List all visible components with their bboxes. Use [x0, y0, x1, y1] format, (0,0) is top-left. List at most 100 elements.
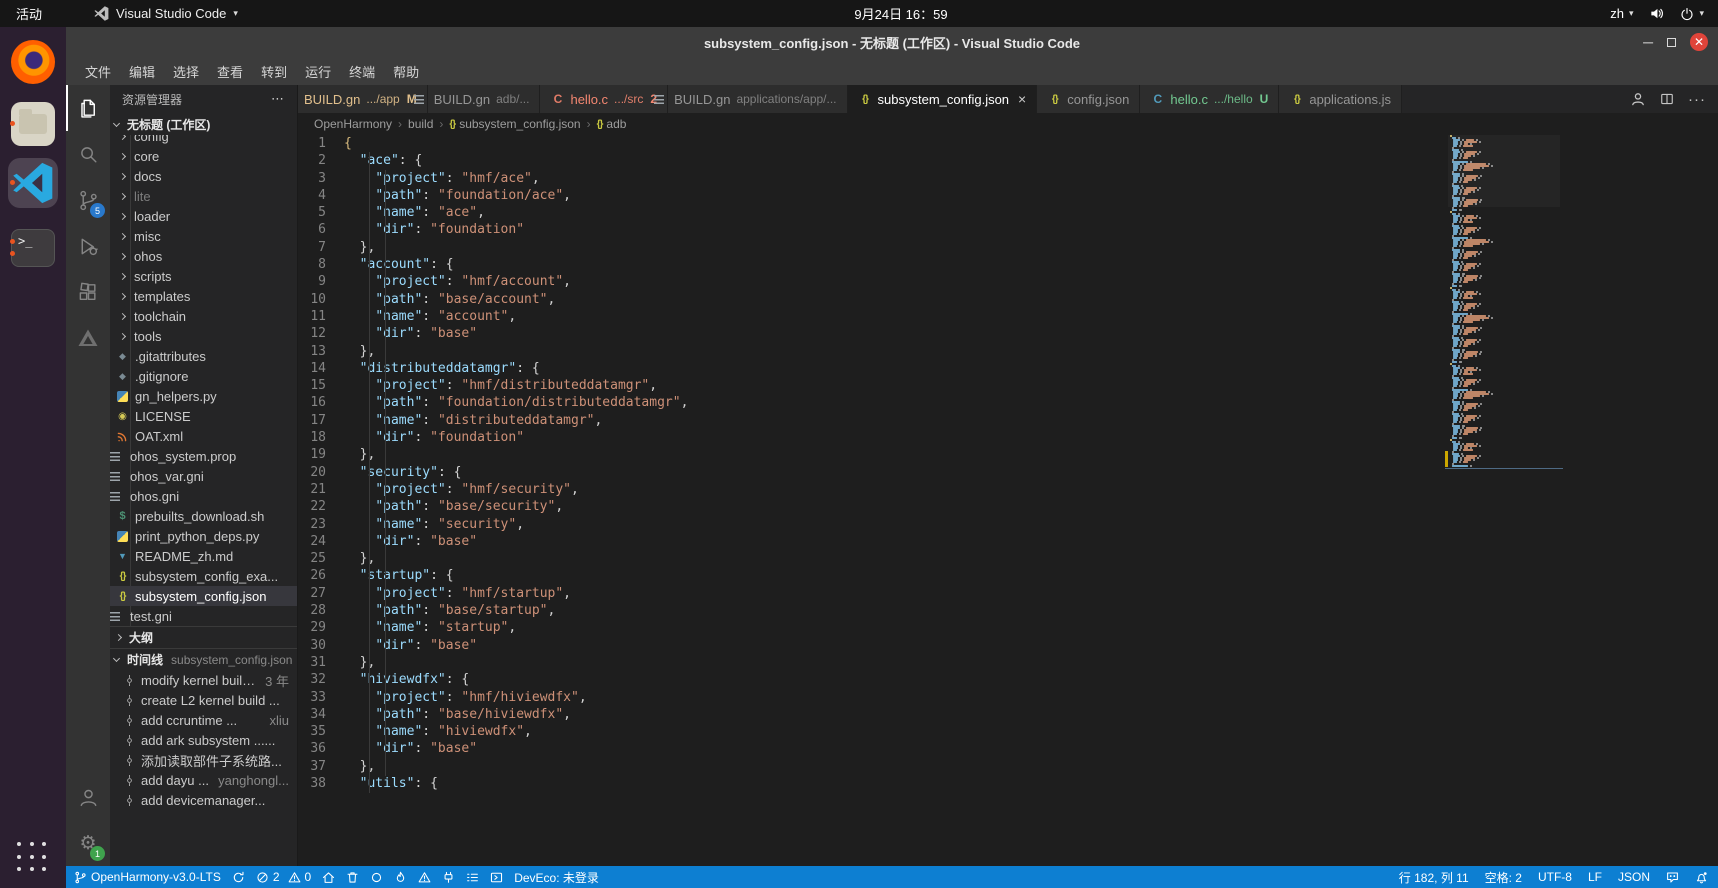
code-line[interactable]: 36 "dir": "base": [298, 740, 1718, 757]
breadcrumb-item[interactable]: {}subsystem_config.json: [449, 117, 580, 131]
language-mode-status[interactable]: JSON: [1618, 870, 1650, 884]
minimize-button[interactable]: ─: [1643, 37, 1653, 47]
sync-button[interactable]: [232, 871, 245, 884]
code-line[interactable]: 38 "utils": {: [298, 775, 1718, 792]
code-line[interactable]: 32 "hiviewdfx": {: [298, 671, 1718, 688]
menu-item[interactable]: 选择: [164, 59, 208, 84]
timeline-section-header[interactable]: 时间线 subsystem_config.json: [110, 648, 297, 670]
editor-tab[interactable]: Chello.c.../helloU: [1140, 85, 1279, 113]
flash-icon[interactable]: [394, 871, 407, 884]
show-applications-button[interactable]: [17, 842, 49, 874]
title-bar[interactable]: subsystem_config.json - 无标题 (工作区) - Visu…: [66, 27, 1718, 57]
bell-icon[interactable]: [1695, 871, 1708, 884]
volume-icon[interactable]: [1649, 6, 1664, 21]
account-icon[interactable]: [1630, 91, 1646, 107]
settings-gear-icon[interactable]: ⚙ 1: [66, 820, 110, 866]
run-debug-icon[interactable]: [66, 223, 110, 269]
folder-item[interactable]: toolchain: [110, 306, 297, 326]
timeline-item[interactable]: add dayu ...yanghongl...: [110, 770, 297, 790]
file-item[interactable]: ◉LICENSE: [110, 406, 297, 426]
source-control-icon[interactable]: 5: [66, 177, 110, 223]
code-line[interactable]: 21 "project": "hmf/security",: [298, 481, 1718, 498]
timeline-item[interactable]: add ccruntime ...xliu: [110, 710, 297, 730]
folder-item[interactable]: docs: [110, 166, 297, 186]
workspace-section-header[interactable]: 无标题 (工作区): [110, 113, 297, 135]
file-item[interactable]: {}subsystem_config_exa...: [110, 566, 297, 586]
menu-item[interactable]: 运行: [296, 59, 340, 84]
trash-icon[interactable]: [346, 871, 359, 884]
menu-item[interactable]: 终端: [340, 59, 384, 84]
code-line[interactable]: 28 "path": "base/startup",: [298, 602, 1718, 619]
file-item[interactable]: ◆.gitattributes: [110, 346, 297, 366]
code-line[interactable]: 23 "name": "security",: [298, 516, 1718, 533]
more-actions-icon[interactable]: ⋯: [271, 91, 285, 107]
code-line[interactable]: 27 "project": "hmf/startup",: [298, 585, 1718, 602]
timeline-item[interactable]: create L2 kernel build ...: [110, 690, 297, 710]
folder-item[interactable]: misc: [110, 226, 297, 246]
code-line[interactable]: 26 "startup": {: [298, 567, 1718, 584]
git-branch-status[interactable]: OpenHarmony-v3.0-LTS: [74, 870, 221, 884]
file-item[interactable]: ohos.gni: [110, 486, 297, 506]
code-line[interactable]: 25 },: [298, 550, 1718, 567]
breadcrumb-item[interactable]: build: [408, 117, 433, 131]
feedback-icon[interactable]: [1666, 871, 1679, 884]
warning-icon[interactable]: [418, 871, 431, 884]
system-menu[interactable]: ▾: [1680, 7, 1704, 21]
editor-tab[interactable]: BUILD.gnadb/...: [428, 85, 541, 113]
minimap-slider[interactable]: [1448, 135, 1560, 207]
file-item[interactable]: {}subsystem_config.json: [110, 586, 297, 606]
minimap[interactable]: [1448, 135, 1560, 481]
restore-button[interactable]: [1667, 38, 1676, 47]
folder-item[interactable]: loader: [110, 206, 297, 226]
code-line[interactable]: 33 "project": "hmf/hiviewdfx",: [298, 689, 1718, 706]
dock-terminal[interactable]: >_: [8, 223, 58, 273]
more-actions-icon[interactable]: ···: [1688, 91, 1706, 108]
file-item[interactable]: OAT.xml: [110, 426, 297, 446]
triangle-logo-icon[interactable]: [66, 315, 110, 361]
code-line[interactable]: 34 "path": "base/hiviewdfx",: [298, 706, 1718, 723]
close-button[interactable]: ✕: [1690, 33, 1708, 51]
app-menu[interactable]: Visual Studio Code ▾: [94, 6, 238, 21]
folder-item[interactable]: scripts: [110, 266, 297, 286]
folder-item[interactable]: tools: [110, 326, 297, 346]
file-item[interactable]: print_python_deps.py: [110, 526, 297, 546]
home-icon[interactable]: [322, 871, 335, 884]
extensions-icon[interactable]: [66, 269, 110, 315]
code-line[interactable]: 37 },: [298, 758, 1718, 775]
checklist-icon[interactable]: [466, 871, 479, 884]
close-tab-icon[interactable]: ×: [1018, 92, 1026, 106]
folder-item[interactable]: lite: [110, 186, 297, 206]
menu-item[interactable]: 编辑: [120, 59, 164, 84]
code-line[interactable]: 29 "name": "startup",: [298, 619, 1718, 636]
folder-item[interactable]: core: [110, 146, 297, 166]
code-line[interactable]: 22 "path": "base/security",: [298, 498, 1718, 515]
editor-tab[interactable]: BUILD.gn.../appM: [298, 85, 428, 113]
code-editor[interactable]: 1{2 "ace": {3 "project": "hmf/ace",4 "pa…: [298, 135, 1718, 866]
breadcrumb-item[interactable]: OpenHarmony: [314, 117, 392, 131]
dock-vscode[interactable]: [8, 158, 58, 208]
dock-firefox[interactable]: [8, 37, 58, 87]
editor-tab[interactable]: Chello.c.../src2: [540, 85, 668, 113]
folder-item[interactable]: config: [110, 135, 297, 146]
timeline-item[interactable]: 添加读取部件子系统路...: [110, 750, 297, 770]
encoding-status[interactable]: UTF-8: [1538, 870, 1572, 884]
split-editor-icon[interactable]: [1660, 92, 1674, 106]
code-line[interactable]: 30 "dir": "base": [298, 637, 1718, 654]
folder-item[interactable]: ohos: [110, 246, 297, 266]
cursor-position-status[interactable]: 行 182, 列 11: [1399, 869, 1469, 886]
code-line[interactable]: 24 "dir": "base": [298, 533, 1718, 550]
clock[interactable]: 9月24日 16：59: [854, 4, 947, 23]
menu-item[interactable]: 转到: [252, 59, 296, 84]
outline-section-header[interactable]: 大纲: [110, 626, 297, 648]
editor-tab[interactable]: BUILD.gnapplications/app/...: [668, 85, 847, 113]
timeline-item[interactable]: add ark subsystem ......: [110, 730, 297, 750]
device-icon[interactable]: [442, 871, 455, 884]
folder-item[interactable]: templates: [110, 286, 297, 306]
problems-status[interactable]: 2 0: [256, 870, 311, 884]
code-line[interactable]: 31 },: [298, 654, 1718, 671]
file-item[interactable]: ohos_var.gni: [110, 466, 297, 486]
editor-tab[interactable]: {}subsystem_config.json×: [848, 85, 1038, 113]
dock-files[interactable]: [8, 99, 58, 149]
file-item[interactable]: test.gni: [110, 606, 297, 626]
file-item[interactable]: ▼README_zh.md: [110, 546, 297, 566]
